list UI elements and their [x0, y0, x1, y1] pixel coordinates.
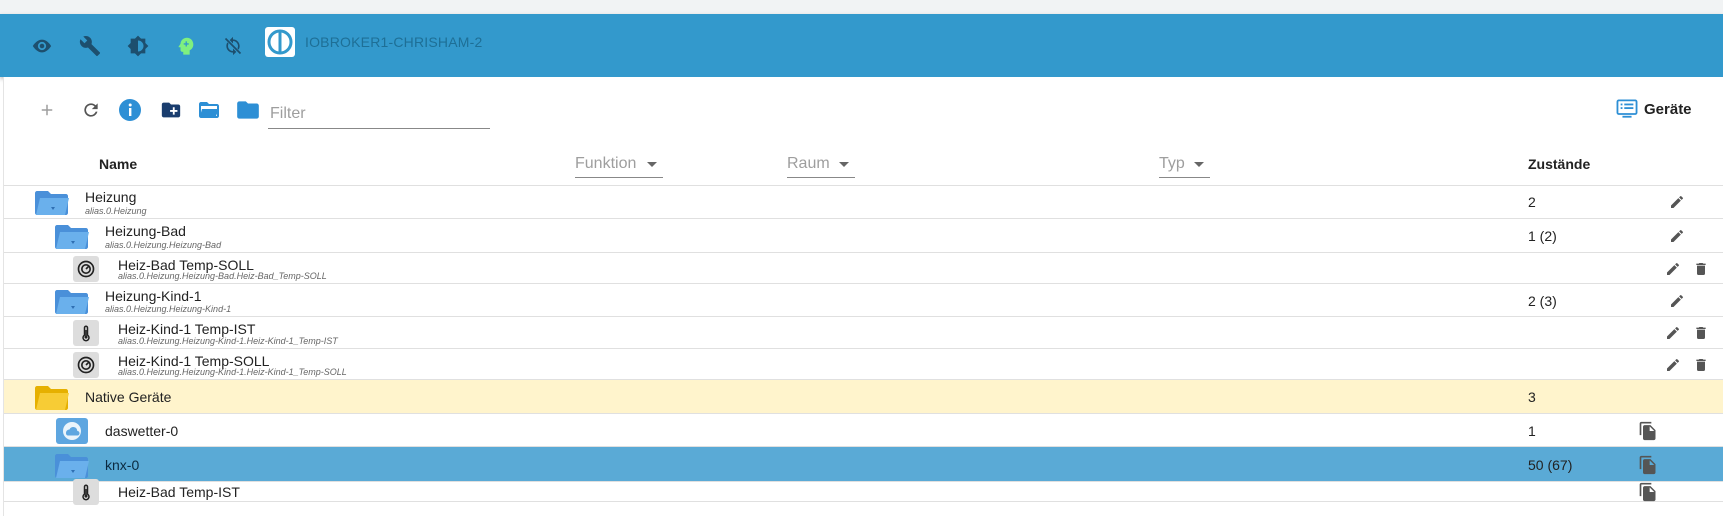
chevron-down-icon	[1194, 161, 1204, 167]
devices-panel: Geräte Name Funktion Raum Typ Zustände H…	[3, 77, 1723, 516]
copy-icon	[1639, 421, 1656, 441]
toolbar: Geräte	[4, 77, 1723, 141]
row-states: 2 (3)	[1528, 293, 1557, 309]
app-bar: IOBROKER1-CHRISHAM-2	[0, 14, 1723, 77]
row-name: Heizung	[85, 189, 137, 205]
delete-button[interactable]	[1690, 322, 1712, 344]
row-id: alias.0.Heizung.Heizung-Bad	[105, 240, 222, 250]
edit-button[interactable]	[1666, 191, 1688, 213]
open-folder-icon[interactable]	[194, 95, 224, 125]
row-name: knx-0	[105, 457, 140, 473]
trash-icon	[1696, 359, 1706, 371]
devices-tab-button[interactable]: Geräte	[1616, 99, 1692, 119]
row-name: Native Geräte	[85, 389, 172, 405]
brightness-icon[interactable]	[124, 32, 152, 60]
row-name: Heizung-Bad	[105, 223, 186, 239]
edit-icon	[1671, 229, 1684, 242]
tree-row[interactable]: Heiz-Kind-1 Temp-IST alias.0.Heizung.Heiz…	[4, 317, 1723, 349]
thermometer-icon	[66, 479, 106, 505]
wrench-icon[interactable]	[76, 32, 104, 60]
trash-icon	[1696, 263, 1706, 275]
tree-row[interactable]: knx-0 50 (67)	[4, 447, 1723, 482]
row-name: daswetter-0	[105, 423, 179, 439]
folder-icon[interactable]	[233, 95, 263, 125]
chevron-down-icon	[839, 161, 849, 167]
edit-button[interactable]	[1666, 290, 1688, 312]
row-states: 1	[1528, 423, 1536, 439]
weather-adapter-icon	[52, 414, 92, 447]
tree-row[interactable]: daswetter-0 1	[4, 414, 1723, 447]
header-states: Zustände	[1528, 156, 1591, 172]
row-name: Heiz-Kind-1 Temp-IST	[118, 321, 256, 337]
chevron-down-icon	[647, 161, 657, 167]
tree-row[interactable]: Heiz-Kind-1 Temp-SOLL alias.0.Heizung.Hei…	[4, 349, 1723, 380]
row-id: alias.0.Heizung.Heizung-Bad.Heiz-Bad_Tem…	[118, 271, 327, 281]
copy-icon	[1639, 482, 1656, 502]
type-filter-label: Typ	[1159, 155, 1185, 172]
copy-icon	[1639, 455, 1656, 475]
browser-tab-strip	[0, 0, 1723, 15]
thermometer-icon	[66, 317, 106, 349]
room-filter-label: Raum	[787, 155, 830, 172]
row-name: Heiz-Bad Temp-IST	[118, 484, 240, 500]
trash-icon	[1696, 327, 1706, 339]
tree-row[interactable]: Heiz-Bad Temp-SOLL alias.0.Heizung.Heizun…	[4, 253, 1723, 284]
edit-icon	[1667, 358, 1680, 371]
function-filter-select[interactable]: Funktion	[575, 151, 663, 178]
function-filter-label: Funktion	[575, 155, 637, 172]
copy-button[interactable]	[1637, 454, 1659, 476]
filter-input[interactable]	[268, 99, 490, 129]
iobroker-logo	[265, 27, 295, 57]
eye-icon[interactable]	[28, 32, 56, 60]
folder-icon[interactable]	[52, 284, 92, 317]
type-filter-select[interactable]: Typ	[1159, 151, 1210, 178]
tree-row[interactable]: Heizung alias.0.Heizung 2	[4, 185, 1723, 219]
edit-icon	[1671, 294, 1684, 307]
info-icon[interactable]	[115, 95, 145, 125]
head-icon[interactable]	[172, 32, 200, 60]
refresh-icon[interactable]	[76, 95, 106, 125]
thermostat-icon	[66, 349, 106, 380]
folder-icon[interactable]	[52, 219, 92, 253]
new-folder-icon[interactable]	[156, 95, 186, 125]
copy-button[interactable]	[1637, 481, 1659, 503]
delete-button[interactable]	[1690, 354, 1712, 376]
row-id: alias.0.Heizung.Heizung-Kind-1.Heiz-Kind…	[118, 367, 347, 377]
copy-button[interactable]	[1637, 420, 1659, 442]
row-id: alias.0.Heizung.Heizung-Kind-1	[105, 304, 232, 314]
row-name: Heizung-Kind-1	[105, 288, 202, 304]
edit-button[interactable]	[1662, 322, 1684, 344]
header-name: Name	[99, 156, 138, 172]
delete-button[interactable]	[1690, 258, 1712, 280]
add-icon[interactable]	[32, 95, 62, 125]
sync-icon[interactable]	[219, 32, 247, 60]
folder-icon[interactable]	[32, 185, 72, 219]
edit-button[interactable]	[1662, 354, 1684, 376]
edit-icon	[1667, 326, 1680, 339]
devices-label: Geräte	[1644, 100, 1692, 118]
row-states: 3	[1528, 389, 1536, 405]
folder-icon[interactable]	[52, 447, 92, 482]
room-filter-select[interactable]: Raum	[787, 151, 855, 178]
row-id: alias.0.Heizung.Heizung-Kind-1.Heiz-Kind…	[118, 336, 338, 346]
row-states: 1 (2)	[1528, 228, 1557, 244]
host-title: IOBROKER1-CHRISHAM-2	[305, 34, 483, 50]
row-states: 50 (67)	[1528, 457, 1573, 473]
row-id: alias.0.Heizung	[85, 206, 147, 216]
edit-button[interactable]	[1662, 258, 1684, 280]
tree-row[interactable]: Native Geräte 3	[4, 380, 1723, 414]
table-header: Name Funktion Raum Typ Zustände	[4, 141, 1723, 186]
list-monitor-icon	[1616, 99, 1638, 118]
tree-row[interactable]: Heizung-Bad alias.0.Heizung.Heizung-Bad 1 …	[4, 219, 1723, 253]
edit-icon	[1667, 262, 1680, 275]
thermostat-icon	[66, 253, 106, 284]
folder-icon[interactable]	[32, 380, 72, 414]
tree-row[interactable]: Heiz-Bad Temp-IST	[4, 479, 1723, 505]
edit-button[interactable]	[1666, 225, 1688, 247]
tree-row[interactable]: Heizung-Kind-1 alias.0.Heizung.Heizung-Ki…	[4, 284, 1723, 317]
row-states: 2	[1528, 194, 1536, 210]
edit-icon	[1671, 195, 1684, 208]
